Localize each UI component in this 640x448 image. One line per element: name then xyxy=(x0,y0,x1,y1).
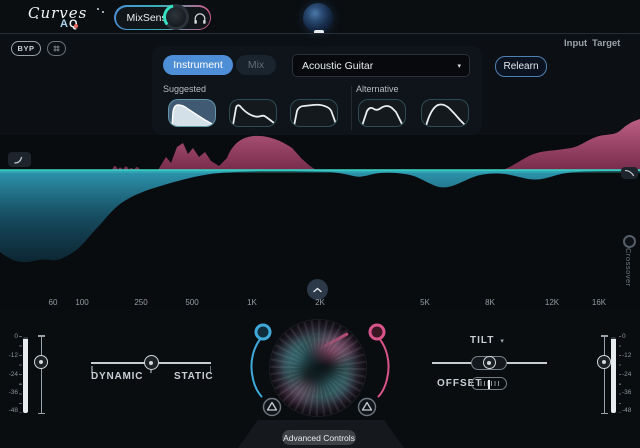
target-label[interactable]: Target xyxy=(592,38,620,49)
orb-icon[interactable] xyxy=(303,3,333,33)
dynamic-static-knob[interactable] xyxy=(144,355,159,370)
logo-dot xyxy=(36,17,38,19)
gain-slider-knob-left[interactable] xyxy=(34,355,48,369)
mixsense-toggle[interactable]: MixSense xyxy=(114,5,211,30)
gain-slider-knob-right[interactable] xyxy=(597,355,611,369)
relearn-button[interactable]: Relearn xyxy=(495,56,547,77)
gain-range-meter-left xyxy=(23,337,28,413)
high-shelf-icon[interactable] xyxy=(621,167,638,179)
advanced-controls-button[interactable]: Advanced Controls xyxy=(282,430,356,445)
db-scale-label: -48 xyxy=(3,407,18,415)
grid-icon[interactable] xyxy=(47,41,66,56)
freq-label: 1K xyxy=(247,298,257,307)
gain-slider-track-left[interactable] xyxy=(41,336,43,413)
db-scale-label: -12 xyxy=(3,352,18,360)
threshold-button-left[interactable] xyxy=(264,399,281,416)
freq-label: 8K xyxy=(485,298,495,307)
tilt-slider-knob[interactable] xyxy=(483,356,496,369)
dynamic-label: DYNAMIC xyxy=(91,371,143,382)
tab-instrument[interactable]: Instrument xyxy=(163,55,233,75)
mixsense-knob-face xyxy=(166,7,186,27)
bypass-button[interactable]: BYP xyxy=(11,41,41,56)
freq-label: 12K xyxy=(545,298,559,307)
logo-q-dot xyxy=(74,24,78,28)
pink-band-arc[interactable] xyxy=(377,336,389,397)
preset-dropdown[interactable]: Acoustic Guitar ▾ xyxy=(292,54,470,77)
input-spectrum-blue xyxy=(0,170,640,262)
freq-label: 16K xyxy=(592,298,606,307)
freq-label: 100 xyxy=(75,298,88,307)
db-scale-label: 0 xyxy=(3,333,18,341)
chevron-down-icon: ▾ xyxy=(457,62,461,70)
target-spectrum-pink xyxy=(112,119,640,170)
tilt-label: TILT xyxy=(470,335,494,346)
preset-dropdown-value: Acoustic Guitar xyxy=(302,60,457,72)
freq-label: 2K xyxy=(315,298,325,307)
db-scale-ticks xyxy=(19,336,22,413)
offset-scrubber[interactable] xyxy=(471,377,507,390)
db-scale-label: 0 xyxy=(622,333,637,341)
input-label[interactable]: Input xyxy=(564,38,587,49)
blue-band-knob[interactable] xyxy=(256,325,270,339)
low-shelf-icon[interactable] xyxy=(8,152,31,167)
db-scale-label: -48 xyxy=(622,407,637,415)
plugin-window: Curves AQ MixSense BYP Input Target Inst… xyxy=(0,0,640,448)
db-scale-label: -24 xyxy=(3,371,18,379)
gain-slider-track-right[interactable] xyxy=(604,336,606,413)
db-scale-label: -24 xyxy=(622,371,637,379)
suggested-label: Suggested xyxy=(163,84,206,94)
header-divider xyxy=(0,33,640,34)
db-scale-label: -36 xyxy=(3,389,18,397)
mixsense-knob[interactable] xyxy=(163,4,189,30)
freq-label: 500 xyxy=(185,298,198,307)
db-scale-label: -36 xyxy=(622,389,637,397)
freq-label: 60 xyxy=(49,298,58,307)
alternative-label: Alternative xyxy=(356,84,399,94)
tab-mix[interactable]: Mix xyxy=(236,55,276,75)
blue-band-arc[interactable] xyxy=(251,336,263,397)
tilt-dropdown[interactable]: TILT ▾ xyxy=(470,335,504,346)
chevron-up-icon[interactable] xyxy=(307,279,328,300)
chevron-down-icon: ▾ xyxy=(500,337,504,345)
pink-band-knob[interactable] xyxy=(370,325,384,339)
mixsense-inner: MixSense xyxy=(116,7,210,29)
logo-dot xyxy=(97,8,99,10)
freq-label: 250 xyxy=(134,298,147,307)
band-threshold-arcs xyxy=(240,315,400,420)
threshold-button-right[interactable] xyxy=(359,399,376,416)
headphones-icon[interactable] xyxy=(193,12,207,31)
crossover-toggle[interactable] xyxy=(623,235,636,248)
freq-label: 5K xyxy=(420,298,430,307)
db-scale-ticks xyxy=(619,336,622,413)
crossover-label: Crossover xyxy=(624,248,633,287)
db-scale-label: -12 xyxy=(622,352,637,360)
gain-range-meter-right xyxy=(611,337,616,413)
static-label: STATIC xyxy=(174,371,213,382)
logo-dot xyxy=(102,11,104,13)
